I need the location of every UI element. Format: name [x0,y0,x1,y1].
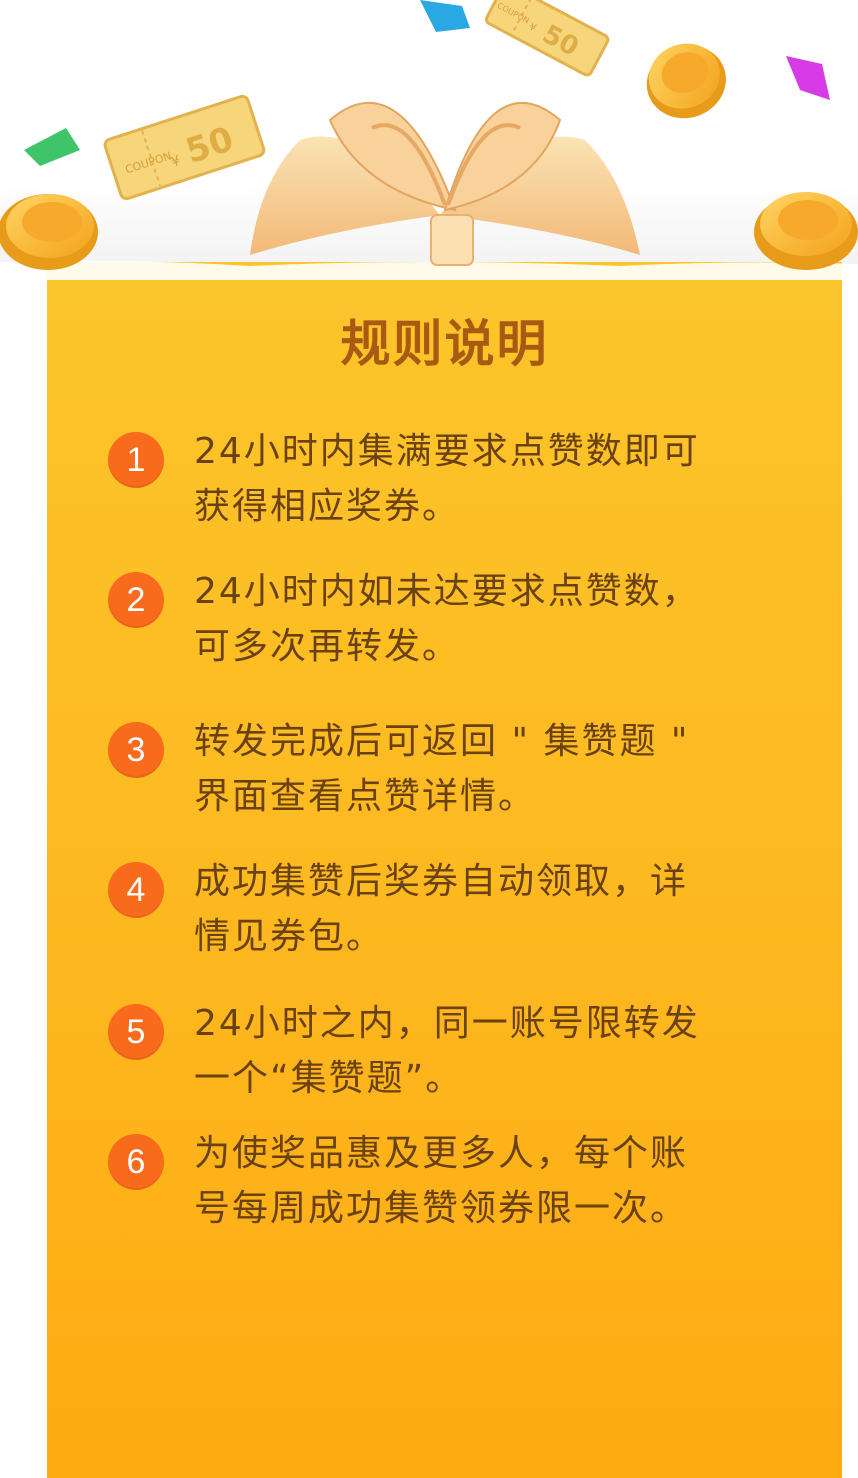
rule-text: 24小时内如未达要求点赞数， 可多次再转发。 [194,571,700,667]
rule-number-badge: 2 [108,572,164,628]
rule-number-badge: 4 [108,862,164,918]
gift-box-header: COUPON ¥ 50 COUPON ¥ 50 [0,0,858,318]
rule-text: 成功集赞后奖券自动领取，详 情见券包。 [194,861,689,957]
confetti-green-icon [24,128,80,166]
coupon-right-icon: COUPON ¥ 50 [484,0,610,77]
rule-number-badge: 3 [108,722,164,778]
rules-panel: COUPON ¥ 50 COUPON ¥ 50 规则说明 1 24小时内集满要求… [0,0,858,1478]
coin-top-icon [646,43,726,119]
rule-text: 为使奖品惠及更多人，每个账 号每周成功集赞领券限一次。 [194,1133,689,1229]
rule-number-badge: 5 [108,1004,164,1060]
rule-number-badge: 1 [108,432,164,488]
rule-text: 24小时内集满要求点赞数即可 获得相应奖券。 [194,431,700,527]
rule-number-badge: 6 [108,1134,164,1190]
confetti-blue-icon [420,0,470,32]
page-title: 规则说明 [340,315,549,373]
coin-left-icon [0,194,98,270]
confetti-purple-icon [786,56,830,100]
rule-text: 24小时之内，同一账号限转发 一个“集赞题”。 [194,1003,700,1099]
rule-text: 转发完成后可返回 " 集赞题 " 界面查看点赞详情。 [194,721,690,817]
